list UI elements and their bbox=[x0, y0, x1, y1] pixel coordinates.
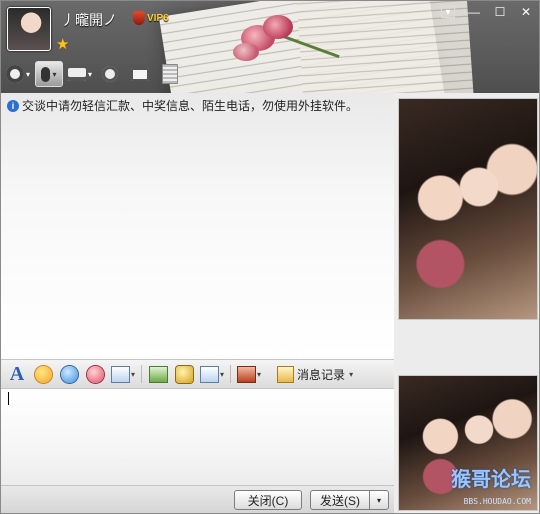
app-box-button[interactable]: ▾ bbox=[237, 363, 261, 385]
watermark-url: BBS.HOUDAO.COM bbox=[463, 497, 531, 506]
bottom-bar: 关闭(C) 发送(S) ▾ bbox=[1, 485, 394, 513]
send-file-button[interactable]: ▾ bbox=[67, 62, 93, 86]
message-history-button[interactable]: 消息记录 ▾ bbox=[277, 365, 353, 383]
chevron-down-icon[interactable]: ▾ bbox=[26, 70, 30, 79]
toolbox-icon bbox=[237, 365, 257, 383]
smiley-icon bbox=[34, 365, 52, 383]
music-note-icon bbox=[175, 365, 193, 383]
star-icon[interactable]: ★ bbox=[56, 35, 69, 53]
contact-nickname[interactable]: 丿曨開ノ bbox=[61, 10, 117, 30]
watermark-text: 猴哥论坛 bbox=[451, 469, 531, 491]
vip-crown-icon bbox=[133, 11, 145, 25]
vip-level: VIP6 bbox=[147, 12, 169, 24]
vip-badge[interactable]: VIP6 bbox=[133, 9, 169, 27]
emoticon-button[interactable] bbox=[33, 363, 53, 385]
chat-toolbar: ▾ ▾ ▾ bbox=[5, 61, 183, 87]
close-window-button[interactable]: ✕ bbox=[513, 3, 539, 21]
chevron-down-icon[interactable]: ▾ bbox=[52, 70, 56, 79]
send-screen-button[interactable]: ▾ bbox=[200, 363, 224, 385]
image-icon bbox=[148, 365, 168, 383]
remote-assist-button[interactable] bbox=[127, 62, 153, 86]
own-show-photo[interactable]: 猴哥论坛 BBS.HOUDAO.COM bbox=[398, 375, 538, 511]
document-icon bbox=[162, 64, 178, 84]
microphone-icon bbox=[41, 66, 51, 82]
add-member-button[interactable] bbox=[97, 62, 123, 86]
message-input[interactable] bbox=[1, 389, 394, 485]
minimize-button[interactable]: — bbox=[461, 3, 487, 21]
security-notice: i 交谈中请勿轻信汇款、中奖信息、陌生电话，勿使用外挂软件。 bbox=[7, 97, 358, 114]
chevron-down-icon[interactable]: ▾ bbox=[88, 70, 92, 79]
send-options-button[interactable]: ▾ bbox=[369, 490, 389, 510]
video-call-button[interactable]: ▾ bbox=[5, 62, 31, 86]
chevron-down-icon[interactable]: ▾ bbox=[257, 370, 261, 379]
window-controls: ▾ — ☐ ✕ bbox=[435, 3, 539, 21]
toolbar-divider bbox=[230, 365, 232, 383]
message-history-label: 消息记录 bbox=[297, 367, 346, 382]
history-icon bbox=[277, 365, 295, 383]
skin-rose bbox=[233, 43, 259, 61]
contact-avatar[interactable] bbox=[7, 7, 51, 51]
security-notice-text: 交谈中请勿轻信汇款、中奖信息、陌生电话，勿使用外挂软件。 bbox=[22, 99, 359, 113]
send-button[interactable]: 发送(S) bbox=[310, 490, 370, 510]
contact-show-pane: 猴哥论坛 BBS.HOUDAO.COM bbox=[394, 93, 539, 513]
contact-show-photo[interactable] bbox=[398, 98, 538, 320]
shake-window-button[interactable] bbox=[85, 363, 105, 385]
chat-header: 丿曨開ノ VIP6 ★ ▾ — ☐ ✕ ▾ ▾ ▾ bbox=[1, 1, 539, 93]
add-user-icon bbox=[102, 66, 118, 82]
text-cursor bbox=[8, 392, 9, 405]
menu-dropdown-button[interactable]: ▾ bbox=[441, 6, 455, 18]
magic-emoticon-button[interactable] bbox=[59, 363, 79, 385]
message-history[interactable]: i 交谈中请勿轻信汇款、中奖信息、陌生电话，勿使用外挂软件。 bbox=[1, 93, 394, 359]
notes-button[interactable] bbox=[157, 62, 183, 86]
shake-icon bbox=[86, 365, 104, 383]
toolbar-divider bbox=[141, 365, 143, 383]
magic-face-icon bbox=[60, 365, 78, 383]
close-button[interactable]: 关闭(C) bbox=[234, 490, 302, 510]
chevron-down-icon[interactable]: ▾ bbox=[220, 370, 224, 379]
skin-rose bbox=[263, 15, 293, 39]
monitor-icon bbox=[200, 365, 220, 383]
input-toolbar: A ▾ ▾ ▾ 消息记录 ▾ bbox=[1, 359, 394, 389]
chevron-down-icon[interactable]: ▾ bbox=[349, 370, 353, 379]
voice-call-button[interactable]: ▾ bbox=[35, 61, 63, 87]
chevron-down-icon[interactable]: ▾ bbox=[131, 370, 135, 379]
scissors-icon bbox=[111, 365, 130, 383]
info-icon: i bbox=[7, 99, 19, 112]
send-image-button[interactable] bbox=[148, 363, 168, 385]
video-camera-icon bbox=[5, 65, 24, 83]
music-button[interactable] bbox=[174, 363, 194, 385]
screenshot-button[interactable]: ▾ bbox=[111, 363, 135, 385]
chat-window: 丿曨開ノ VIP6 ★ ▾ — ☐ ✕ ▾ ▾ ▾ i 交谈中请勿轻信汇款、中奖… bbox=[0, 0, 540, 514]
screen-share-icon bbox=[131, 67, 149, 81]
folder-icon bbox=[67, 67, 86, 81]
maximize-button[interactable]: ☐ bbox=[487, 3, 513, 21]
font-style-button[interactable]: A bbox=[7, 363, 27, 385]
